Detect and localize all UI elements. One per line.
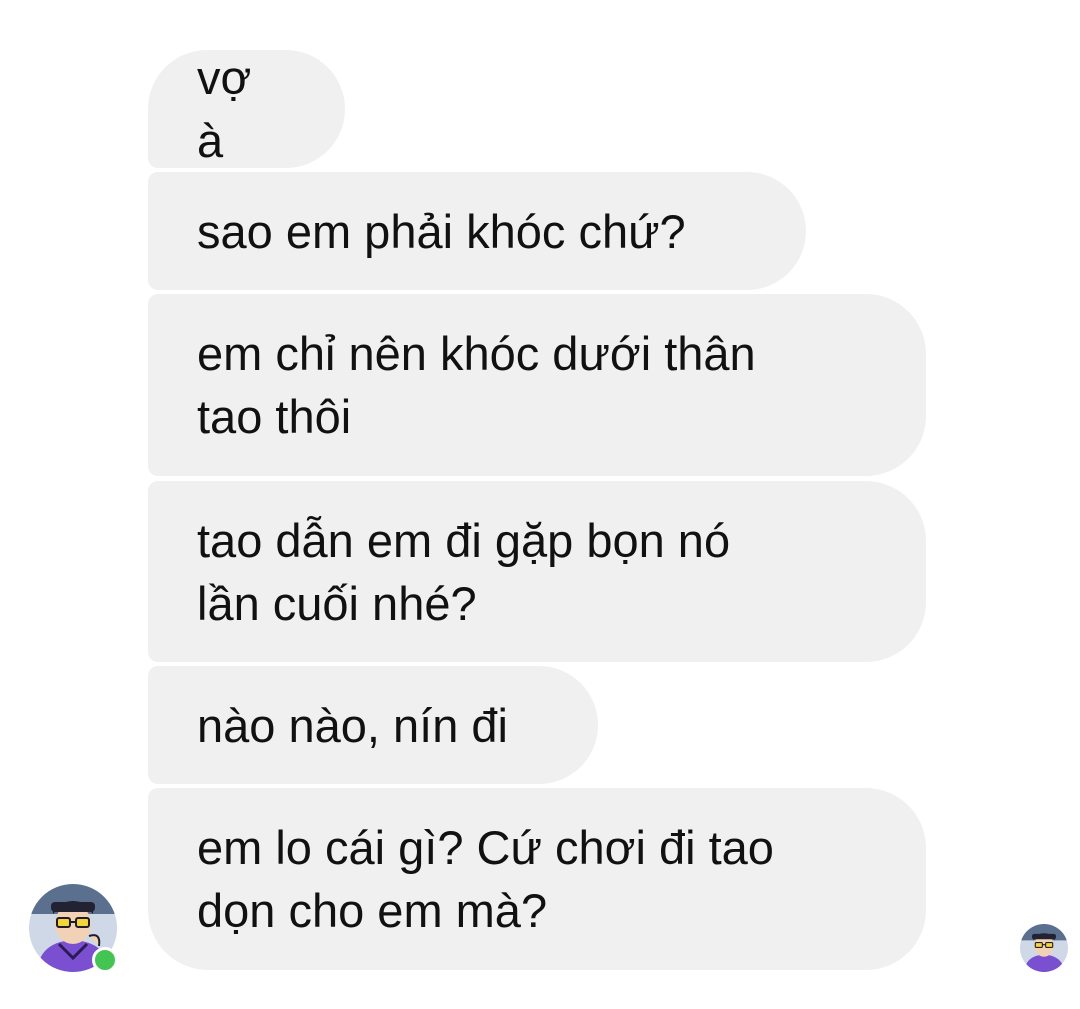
- avatar-cartoon-man-icon: [1020, 924, 1068, 972]
- message-bubble[interactable]: em chỉ nên khóc dưới thân tao thôi: [148, 294, 926, 476]
- message-bubble[interactable]: tao dẫn em đi gặp bọn nó lần cuối nhé?: [148, 481, 926, 662]
- read-receipt-avatar: [1020, 924, 1068, 972]
- message-bubble[interactable]: vợ à: [148, 50, 345, 168]
- online-status-icon: [92, 947, 118, 973]
- message-bubble[interactable]: nào nào, nín đi: [148, 666, 598, 784]
- message-bubble[interactable]: sao em phải khóc chứ?: [148, 172, 806, 290]
- message-bubble[interactable]: em lo cái gì? Cứ chơi đi tao dọn cho em …: [148, 788, 926, 970]
